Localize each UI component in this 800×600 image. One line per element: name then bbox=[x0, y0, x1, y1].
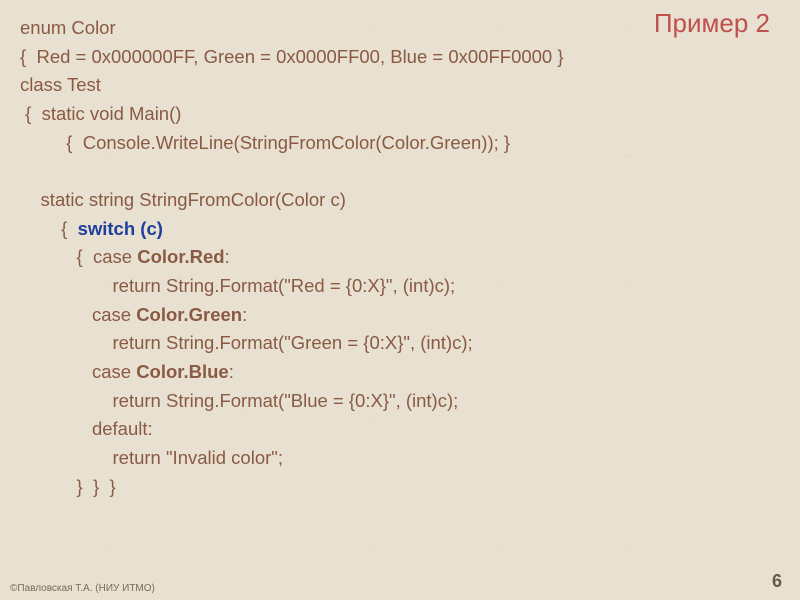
footer-copyright: ©Павловская Т.А. (НИУ ИТМО) bbox=[10, 583, 155, 594]
code-line: { case bbox=[20, 246, 137, 267]
code-line: case bbox=[20, 361, 136, 382]
keyword-switch: switch (c) bbox=[78, 218, 163, 239]
code-line: return "Invalid color"; bbox=[20, 447, 283, 468]
code-line: } } } bbox=[20, 476, 116, 497]
code-text: : bbox=[242, 304, 247, 325]
enum-red: Color.Red bbox=[137, 246, 224, 267]
code-line: return String.Format("Red = {0:X}", (int… bbox=[20, 275, 455, 296]
code-line: class Test bbox=[20, 74, 101, 95]
code-text: : bbox=[229, 361, 234, 382]
code-line: return String.Format("Blue = {0:X}", (in… bbox=[20, 390, 458, 411]
code-text: : bbox=[225, 246, 230, 267]
enum-blue: Color.Blue bbox=[136, 361, 229, 382]
code-line: return String.Format("Green = {0:X}", (i… bbox=[20, 332, 473, 353]
code-line: case bbox=[20, 304, 136, 325]
code-line: enum Color bbox=[20, 17, 116, 38]
code-line: { Console.WriteLine(StringFromColor(Colo… bbox=[20, 132, 510, 153]
enum-green: Color.Green bbox=[136, 304, 242, 325]
page-number: 6 bbox=[772, 571, 782, 592]
code-line: { Red = 0x000000FF, Green = 0x0000FF00, … bbox=[20, 46, 564, 67]
code-line: { bbox=[20, 218, 78, 239]
slide-title: Пример 2 bbox=[654, 8, 770, 39]
code-line: { static void Main() bbox=[20, 103, 181, 124]
code-line: default: bbox=[20, 418, 153, 439]
slide: Пример 2 enum Color { Red = 0x000000FF, … bbox=[0, 0, 800, 600]
code-block: enum Color { Red = 0x000000FF, Green = 0… bbox=[20, 14, 780, 501]
code-line: static string StringFromColor(Color c) bbox=[20, 189, 346, 210]
